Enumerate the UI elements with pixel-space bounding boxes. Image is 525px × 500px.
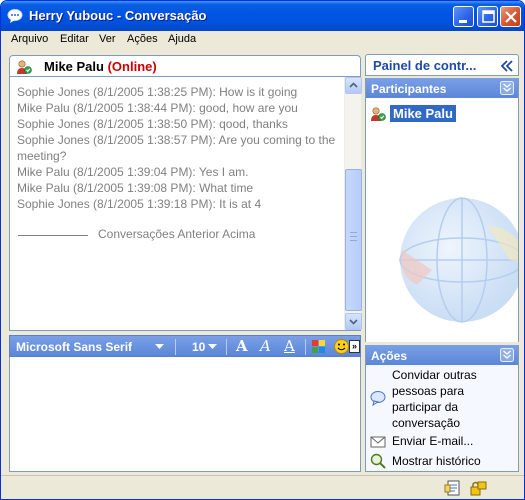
scroll-thumb[interactable] xyxy=(345,169,362,311)
dropdown-arrow-icon[interactable] xyxy=(208,344,217,350)
separator-rule xyxy=(18,235,88,236)
menu-acoes[interactable]: Ações xyxy=(127,33,158,45)
lock-icon[interactable] xyxy=(469,479,487,497)
send-email-action[interactable]: Enviar E-mail... xyxy=(370,433,516,449)
contact-status: (Online) xyxy=(107,59,157,74)
history-line: Sophie Jones (8/1/2005 1:38:25 PM): How … xyxy=(17,85,298,99)
globe-watermark-icon xyxy=(399,197,518,323)
scroll-up-button[interactable] xyxy=(345,77,362,94)
show-history-action[interactable]: Mostrar histórico xyxy=(370,453,516,469)
close-button[interactable] xyxy=(500,6,521,27)
menu-arquivo[interactable]: Arquivo xyxy=(11,33,48,45)
history-line: Sophie Jones (8/1/2005 1:38:57 PM): Are … xyxy=(17,133,336,163)
control-panel-header[interactable]: Painel de contr... xyxy=(365,54,519,76)
message-input[interactable] xyxy=(9,357,361,472)
invite-icon xyxy=(370,391,386,406)
invite-label: Convidar outras pessoas para participar … xyxy=(392,368,477,430)
chevron-up-icon xyxy=(349,82,358,88)
close-icon xyxy=(505,11,517,23)
history-line: Sophie Jones (8/1/2005 1:39:18 PM): It i… xyxy=(17,197,262,211)
history-lines: Sophie Jones (8/1/2005 1:38:25 PM): How … xyxy=(17,84,337,212)
format-toolbar: Microsoft Sans Serif 10 A A A » xyxy=(9,335,361,357)
toolbar-divider xyxy=(175,339,176,355)
minimize-icon xyxy=(459,20,467,23)
control-panel-title: Painel de contr... xyxy=(373,58,477,73)
participants-header[interactable]: Participantes xyxy=(366,78,518,98)
contact-name-label: Mike Palu (Online) xyxy=(44,59,157,74)
more-options-button[interactable]: » xyxy=(349,340,360,353)
chat-bubble-icon xyxy=(7,9,23,23)
minimize-button[interactable] xyxy=(453,6,474,27)
underline-button[interactable]: A xyxy=(284,337,295,355)
chevron-collapse-icon[interactable] xyxy=(500,81,514,95)
show-history-label: Mostrar histórico xyxy=(392,454,481,468)
font-size-select[interactable]: 10 xyxy=(192,340,205,354)
participant-item[interactable]: Mike Palu xyxy=(370,105,490,123)
history-line: Mike Palu (8/1/2005 1:39:08 PM): What ti… xyxy=(17,181,254,195)
conversation-header: Mike Palu (Online) xyxy=(9,55,361,77)
window-title: Herry Yubouc - Conversação xyxy=(29,8,207,23)
contact-name: Mike Palu xyxy=(44,59,104,74)
history-line: Sophie Jones (8/1/2005 1:38:50 PM): qood… xyxy=(17,117,288,131)
participant-name: Mike Palu xyxy=(390,105,456,122)
conversation-window: Herry Yubouc - Conversação Arquivo Edita… xyxy=(0,0,525,500)
send-email-label: Enviar E-mail... xyxy=(392,434,474,448)
email-icon xyxy=(370,436,386,448)
menu-ajuda[interactable]: Ajuda xyxy=(168,33,196,45)
chevron-down-icon xyxy=(349,319,358,325)
toolbar-divider xyxy=(305,339,306,355)
participants-section: Participantes Mike Palu xyxy=(365,78,519,342)
scroll-down-button[interactable] xyxy=(345,313,362,330)
invite-action[interactable]: Convidar outras pessoas para participar … xyxy=(370,367,516,431)
menu-bar: Arquivo Editar Ver Ações Ajuda xyxy=(4,31,521,49)
bold-button[interactable]: A xyxy=(236,337,248,355)
contact-online-icon xyxy=(17,60,32,74)
status-bar xyxy=(1,475,524,499)
collapse-panel-icon[interactable] xyxy=(500,59,514,73)
chevron-collapse-icon[interactable] xyxy=(500,348,514,362)
history-icon xyxy=(370,453,386,469)
menu-editar[interactable]: Editar xyxy=(60,33,89,45)
actions-header[interactable]: Ações xyxy=(366,345,518,365)
font-select[interactable]: Microsoft Sans Serif xyxy=(16,340,132,354)
dropdown-arrow-icon[interactable] xyxy=(155,344,164,350)
scroll-grip xyxy=(350,232,357,241)
conversation-history[interactable]: Sophie Jones (8/1/2005 1:38:25 PM): How … xyxy=(9,77,362,331)
italic-button[interactable]: A xyxy=(260,337,271,355)
separator-text: Conversações Anterior Acima xyxy=(98,227,256,241)
contact-online-icon xyxy=(371,107,386,121)
maximize-icon xyxy=(482,10,495,23)
history-scrollbar[interactable] xyxy=(344,77,362,330)
menu-ver[interactable]: Ver xyxy=(99,33,116,45)
history-line: Mike Palu (8/1/2005 1:39:04 PM): Yes I a… xyxy=(17,165,249,179)
emoticon-icon[interactable] xyxy=(334,339,349,354)
maximize-button[interactable] xyxy=(477,6,498,27)
history-separator: Conversações Anterior Acima xyxy=(18,227,338,243)
actions-title: Ações xyxy=(371,349,408,363)
document-icon[interactable] xyxy=(444,479,462,497)
title-bar[interactable]: Herry Yubouc - Conversação xyxy=(1,1,524,31)
participants-title: Participantes xyxy=(371,82,447,96)
color-palette-icon[interactable] xyxy=(312,340,326,354)
history-line: Mike Palu (8/1/2005 1:38:44 PM): good, h… xyxy=(17,101,298,115)
toolbar-divider xyxy=(226,339,227,355)
actions-section: Ações Convidar outras pessoas para parti… xyxy=(365,345,519,472)
